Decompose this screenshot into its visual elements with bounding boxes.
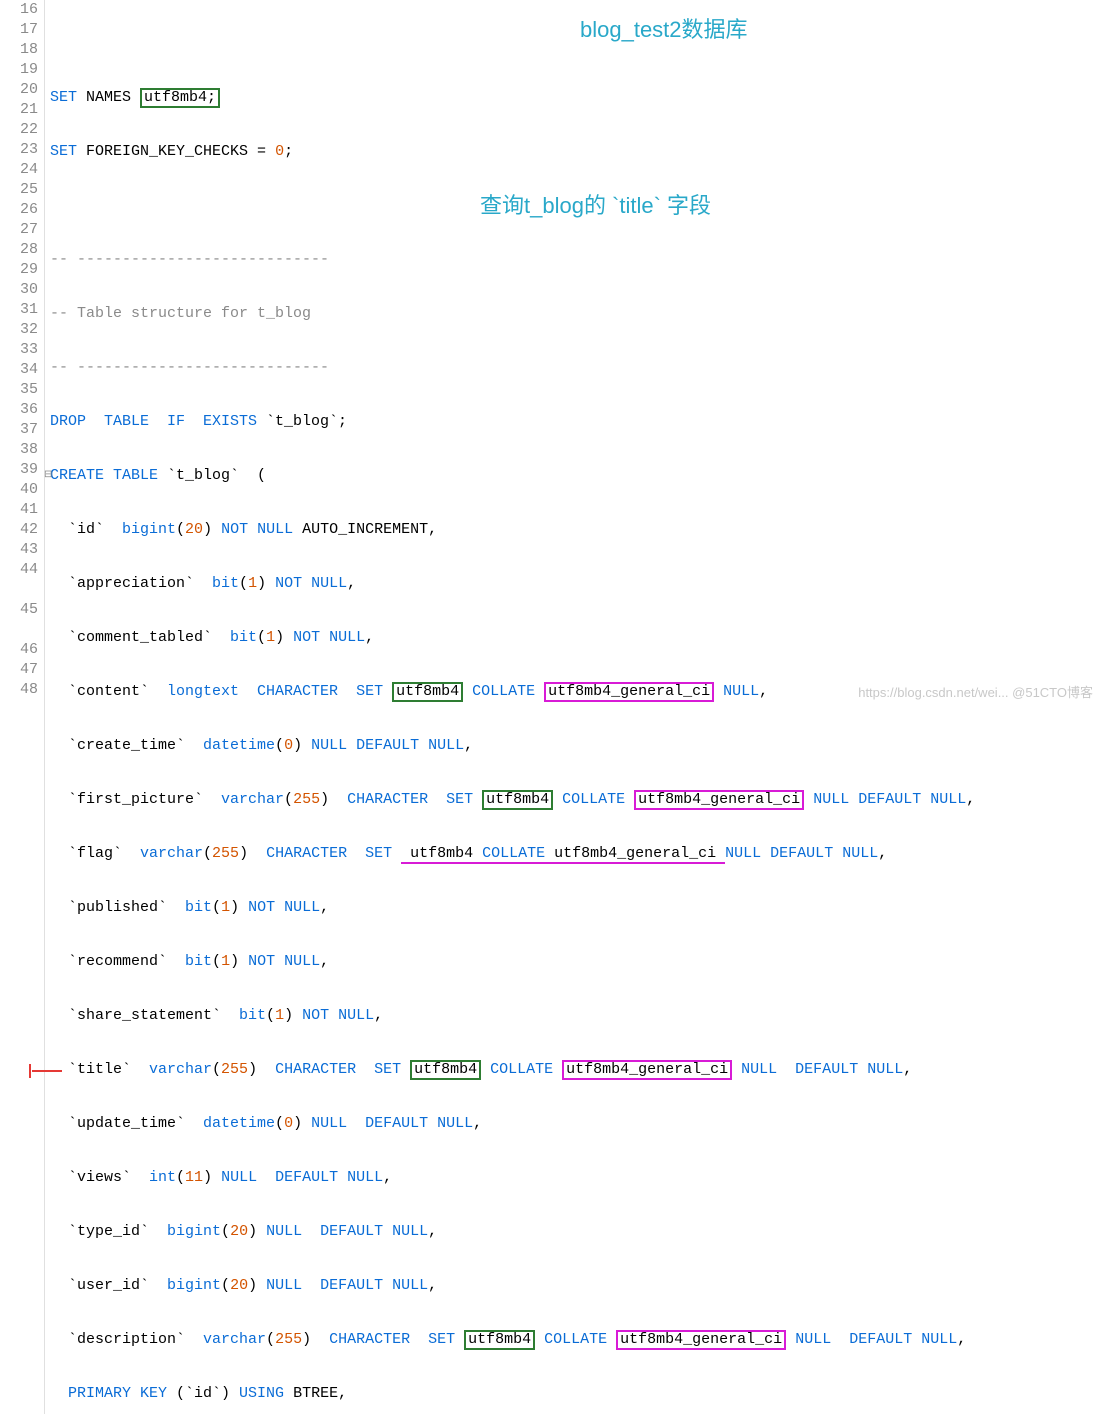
line-number: 36 [0, 400, 38, 420]
line-number: 41 [0, 500, 38, 520]
code-line: `published` bit(1) NOT NULL, [50, 898, 1103, 918]
line-number: 39 [0, 460, 38, 480]
line-number: 26 [0, 200, 38, 220]
line-number: 24 [0, 160, 38, 180]
line-number: 19 [0, 60, 38, 80]
line-number: 43 [0, 540, 38, 560]
line-number: 21 [0, 100, 38, 120]
line-number: 17 [0, 20, 38, 40]
code-line: -- ---------------------------- [50, 250, 1103, 270]
highlight-charset: utf8mb4 [464, 1330, 535, 1350]
line-number: 47 [0, 660, 38, 680]
annotation-database: blog_test2数据库 [580, 12, 748, 44]
code-line: -- ---------------------------- [50, 358, 1103, 378]
line-number: 34 [0, 360, 38, 380]
code-line: `description` varchar(255) CHARACTER SET… [50, 1330, 1103, 1350]
highlight-charset: utf8mb4; [140, 88, 220, 108]
line-number: 33 [0, 340, 38, 360]
watermark: https://blog.csdn.net/wei... @51CTO博客 [858, 682, 1093, 701]
code-line: SET FOREIGN_KEY_CHECKS = 0; [50, 142, 1103, 162]
code-line: ⊟CREATE TABLE `t_blog` ( [50, 466, 1103, 486]
line-number: 44 [0, 560, 38, 600]
line-number: 40 [0, 480, 38, 500]
line-number: 37 [0, 420, 38, 440]
code-line: `id` bigint(20) NOT NULL AUTO_INCREMENT, [50, 520, 1103, 540]
line-number: 30 [0, 280, 38, 300]
code-line: `comment_tabled` bit(1) NOT NULL, [50, 628, 1103, 648]
code-line: `create_time` datetime(0) NULL DEFAULT N… [50, 736, 1103, 756]
line-number: 23 [0, 140, 38, 160]
line-number: 38 [0, 440, 38, 460]
annotation-query: 查询t_blog的 `title` 字段 [480, 188, 711, 220]
code-line: -- Table structure for t_blog [50, 304, 1103, 324]
line-number: 29 [0, 260, 38, 280]
code-line: `appreciation` bit(1) NOT NULL, [50, 574, 1103, 594]
line-number: 48 [0, 680, 38, 700]
line-number: 25 [0, 180, 38, 200]
code-line: `title` varchar(255) CHARACTER SET utf8m… [50, 1060, 1103, 1080]
highlight-charset: utf8mb4 [410, 1060, 481, 1080]
line-number: 16 [0, 0, 38, 20]
highlight-collate: utf8mb4_general_ci [616, 1330, 786, 1350]
highlight-charset: utf8mb4 [392, 682, 463, 702]
highlight-collate: utf8mb4_general_ci [544, 682, 714, 702]
highlight-collate: utf8mb4_general_ci [562, 1060, 732, 1080]
line-number: 20 [0, 80, 38, 100]
line-number: 35 [0, 380, 38, 400]
code-line: DROP TABLE IF EXISTS `t_blog`; [50, 412, 1103, 432]
code-line: `flag` varchar(255) CHARACTER SET utf8mb… [50, 844, 1103, 864]
line-number: 18 [0, 40, 38, 60]
code-line: `user_id` bigint(20) NULL DEFAULT NULL, [50, 1276, 1103, 1296]
code-line: `update_time` datetime(0) NULL DEFAULT N… [50, 1114, 1103, 1134]
code-line: `first_picture` varchar(255) CHARACTER S… [50, 790, 1103, 810]
line-number: 45 [0, 600, 38, 640]
line-number: 31 [0, 300, 38, 320]
marker-icon [32, 1070, 62, 1072]
line-number-gutter: 16 17 18 19 20 21 22 23 24 25 26 27 28 2… [0, 0, 45, 1414]
line-number: 42 [0, 520, 38, 540]
highlight-collate: utf8mb4_general_ci [634, 790, 804, 810]
code-line: `type_id` bigint(20) NULL DEFAULT NULL, [50, 1222, 1103, 1242]
line-number: 27 [0, 220, 38, 240]
code-line: `views` int(11) NULL DEFAULT NULL, [50, 1168, 1103, 1188]
code-line: `recommend` bit(1) NOT NULL, [50, 952, 1103, 972]
code-line: SET NAMES utf8mb4; [50, 88, 1103, 108]
fold-icon[interactable]: ⊟ [44, 466, 52, 486]
line-number: 28 [0, 240, 38, 260]
line-number: 46 [0, 640, 38, 660]
code-line [50, 34, 1103, 54]
code-line: PRIMARY KEY (`id`) USING BTREE, [50, 1384, 1103, 1404]
code-line: `share_statement` bit(1) NOT NULL, [50, 1006, 1103, 1026]
line-number: 32 [0, 320, 38, 340]
highlight-charset: utf8mb4 [482, 790, 553, 810]
line-number: 22 [0, 120, 38, 140]
